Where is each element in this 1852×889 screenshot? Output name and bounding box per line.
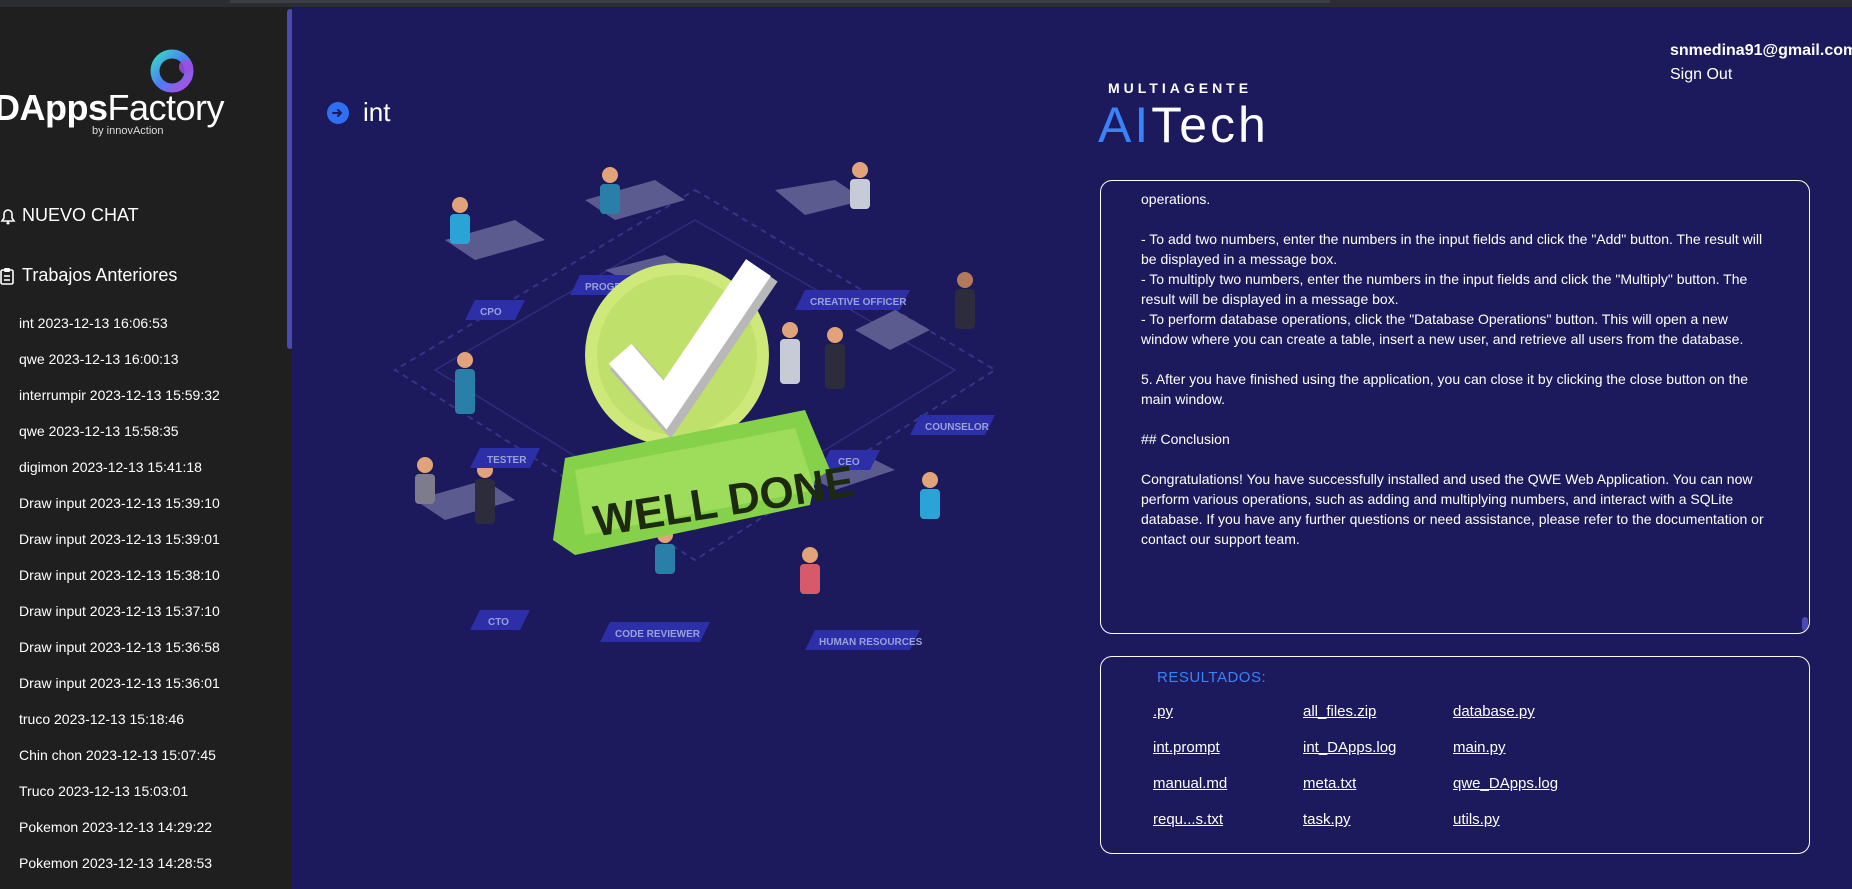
result-file-link[interactable]: qwe_DApps.log <box>1453 775 1603 793</box>
manual-paragraph: - To multiply two numbers, enter the num… <box>1141 271 1752 307</box>
result-file-link[interactable]: meta.txt <box>1303 775 1453 793</box>
result-file-link[interactable]: task.py <box>1303 811 1453 829</box>
manual-paragraph: - To add two numbers, enter the numbers … <box>1141 231 1766 267</box>
history-item[interactable]: Pokemon 2023-12-13 14:28:53 <box>19 854 220 889</box>
logo-text: DAppsFactory <box>0 87 225 128</box>
result-file-link[interactable]: database.py <box>1453 703 1603 721</box>
dappsfactory-logo[interactable]: DAppsFactory by innovAction <box>0 47 240 147</box>
manual-text: operations. - To add two numbers, enter t… <box>1141 189 1771 549</box>
arrow-right-circle-icon <box>327 101 349 124</box>
manual-paragraph: Congratulations! You have successfully i… <box>1141 471 1768 547</box>
svg-text:TESTER: TESTER <box>487 455 527 466</box>
svg-text:HUMAN RESOURCES: HUMAN RESOURCES <box>819 637 923 648</box>
manual-paragraph: - To perform database operations, click … <box>1141 311 1744 347</box>
manual-paragraph: operations. <box>1141 191 1211 207</box>
sign-out-link[interactable]: Sign Out <box>1670 66 1732 84</box>
svg-text:CPO: CPO <box>480 307 502 318</box>
result-file-link[interactable]: main.py <box>1453 739 1603 757</box>
history-item[interactable]: Draw input 2023-12-13 15:38:10 <box>19 566 220 602</box>
brand-logo: AITech <box>1098 97 1269 153</box>
sidebar: DAppsFactory by innovAction NUEVO CHAT T… <box>0 7 292 889</box>
svg-text:COUNSELOR: COUNSELOR <box>925 422 990 433</box>
history-item[interactable]: Draw input 2023-12-13 15:36:01 <box>19 674 220 710</box>
history-item[interactable]: truco 2023-12-13 15:18:46 <box>19 710 220 746</box>
result-file-link[interactable]: utils.py <box>1453 811 1603 829</box>
history-item[interactable]: int 2023-12-13 16:06:53 <box>19 314 220 350</box>
project-name: int <box>363 97 391 127</box>
brand-kicker: MULTIAGENTE <box>1108 80 1253 96</box>
manual-paragraph: ## Conclusion <box>1141 431 1230 447</box>
history-item[interactable]: qwe 2023-12-13 15:58:35 <box>19 422 220 458</box>
result-file-link[interactable]: int.prompt <box>1153 739 1303 757</box>
svg-text:CODE REVIEWER: CODE REVIEWER <box>615 629 701 640</box>
previous-jobs-label: Trabajos Anteriores <box>22 265 178 285</box>
results-label: RESULTADOS: <box>1157 669 1267 686</box>
svg-text:CTO: CTO <box>488 617 509 628</box>
well-done-illustration: CPO PROGRAMMER CREATIVE OFFICER COUNSELO… <box>393 162 997 650</box>
bell-icon <box>0 208 16 224</box>
manual-paragraph: 5. After you have finished using the app… <box>1141 371 1752 407</box>
result-file-link[interactable]: manual.md <box>1153 775 1303 793</box>
previous-jobs-button[interactable]: Trabajos Anteriores <box>0 265 177 286</box>
history-item[interactable]: Chin chon 2023-12-13 15:07:45 <box>19 746 220 782</box>
history-item[interactable]: Draw input 2023-12-13 15:36:58 <box>19 638 220 674</box>
logo-subtitle: by innovAction <box>92 125 164 137</box>
new-chat-label: NUEVO CHAT <box>22 205 139 225</box>
results-file-grid: .py all_files.zip database.py int.prompt int… <box>1153 703 1603 829</box>
history-item[interactable]: Truco 2023-12-13 15:03:01 <box>19 782 220 818</box>
history-item[interactable]: interrumpir 2023-12-13 15:59:32 <box>19 386 220 422</box>
browser-top-bar <box>0 0 1852 7</box>
history-item[interactable]: Draw input 2023-12-13 15:39:10 <box>19 494 220 530</box>
new-chat-button[interactable]: NUEVO CHAT <box>0 205 139 226</box>
history-item[interactable]: Pokemon 2023-12-13 14:29:22 <box>19 818 220 854</box>
result-file-link[interactable]: all_files.zip <box>1303 703 1453 721</box>
manual-output-panel[interactable]: operations. - To add two numbers, enter t… <box>1100 180 1810 634</box>
user-email: snmedina91@gmail.com <box>1670 42 1852 59</box>
result-file-link[interactable]: .py <box>1153 703 1303 721</box>
history-list: int 2023-12-13 16:06:53 qwe 2023-12-13 16… <box>19 314 220 889</box>
clipboard-list-icon <box>0 267 14 285</box>
history-item[interactable]: qwe 2023-12-13 16:00:13 <box>19 350 220 386</box>
history-item[interactable]: Draw input 2023-12-13 15:39:01 <box>19 530 220 566</box>
result-file-link[interactable]: int_DApps.log <box>1303 739 1453 757</box>
panel-scrollbar[interactable] <box>1802 617 1808 631</box>
results-panel: RESULTADOS: .py all_files.zip database.py i… <box>1100 656 1810 854</box>
history-item[interactable]: digimon 2023-12-13 15:41:18 <box>19 458 220 494</box>
svg-text:CREATIVE OFFICER: CREATIVE OFFICER <box>810 297 907 308</box>
sidebar-scrollbar[interactable] <box>287 9 292 349</box>
history-item[interactable]: Draw input 2023-12-13 15:37:10 <box>19 602 220 638</box>
project-header: int <box>327 97 390 128</box>
result-file-link[interactable]: requ...s.txt <box>1153 811 1303 829</box>
